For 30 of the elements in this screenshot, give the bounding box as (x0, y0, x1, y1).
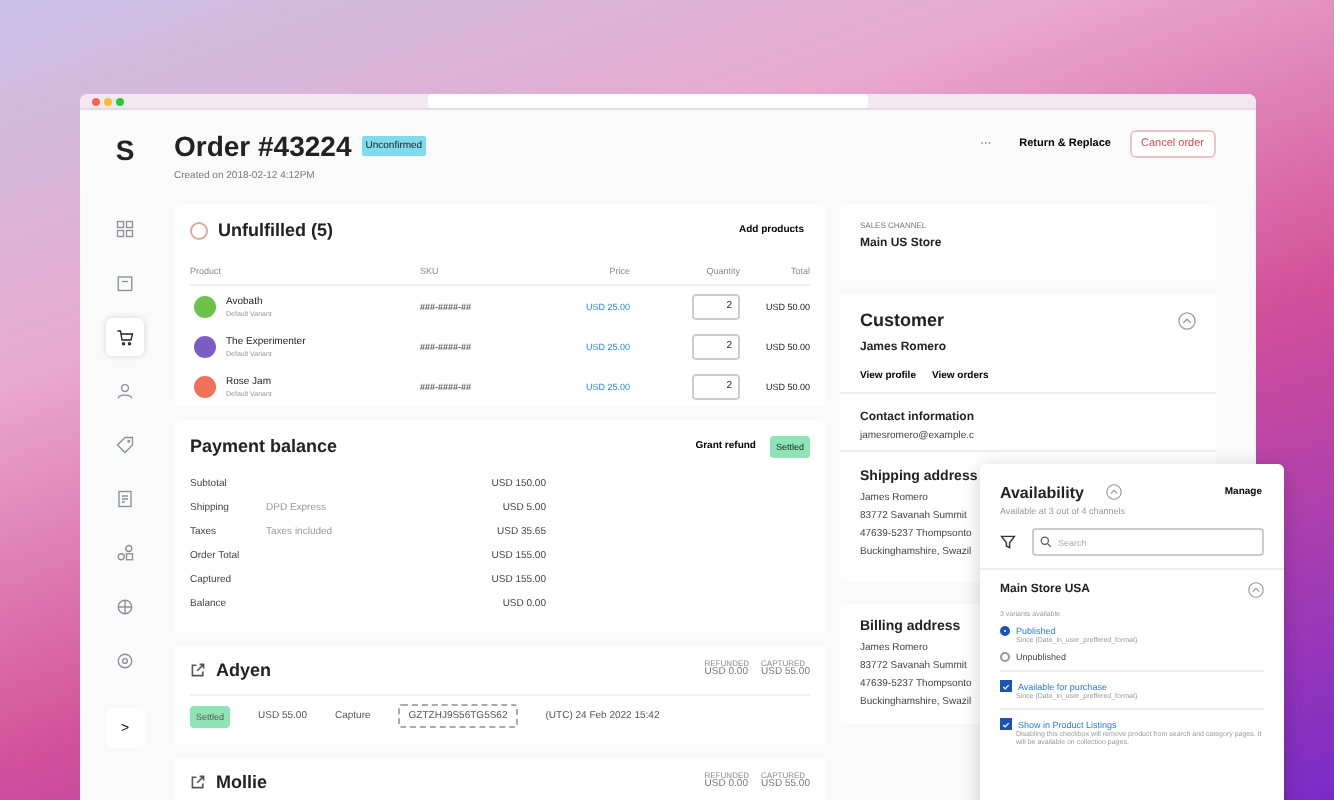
receipt-icon (116, 490, 134, 508)
chevron-up-icon[interactable] (1248, 582, 1264, 598)
radio-button[interactable] (1000, 626, 1010, 636)
tag-icon (116, 436, 134, 454)
settings-icon (116, 652, 134, 670)
shapes-icon (116, 544, 134, 562)
order-title: Order #43224 (174, 130, 352, 162)
checkbox[interactable] (1000, 718, 1012, 730)
status-circle-icon (190, 221, 208, 239)
card-title: Adyen (216, 660, 272, 680)
cart-icon (116, 328, 134, 346)
globe-icon (116, 598, 134, 616)
card-title: Customer (860, 310, 945, 330)
card-title: Payment balance (190, 436, 338, 456)
card-title: Mollie (216, 772, 268, 792)
filter-icon[interactable] (1000, 534, 1016, 550)
chevron-up-icon[interactable] (1105, 484, 1122, 500)
grid-icon (116, 220, 134, 238)
chevron-up-icon[interactable] (1178, 311, 1196, 329)
panel-title: Availability (1000, 483, 1084, 501)
checkbox[interactable] (1000, 680, 1012, 692)
search-icon (1040, 536, 1052, 548)
card-title: Unfulfilled (5) (218, 220, 333, 240)
box-icon (116, 274, 134, 292)
logo: S (115, 134, 135, 170)
external-link-icon[interactable] (190, 662, 206, 678)
external-link-icon[interactable] (190, 774, 206, 790)
nav-item[interactable] (106, 318, 144, 356)
radio-button[interactable] (1000, 652, 1010, 662)
user-icon (116, 382, 134, 400)
